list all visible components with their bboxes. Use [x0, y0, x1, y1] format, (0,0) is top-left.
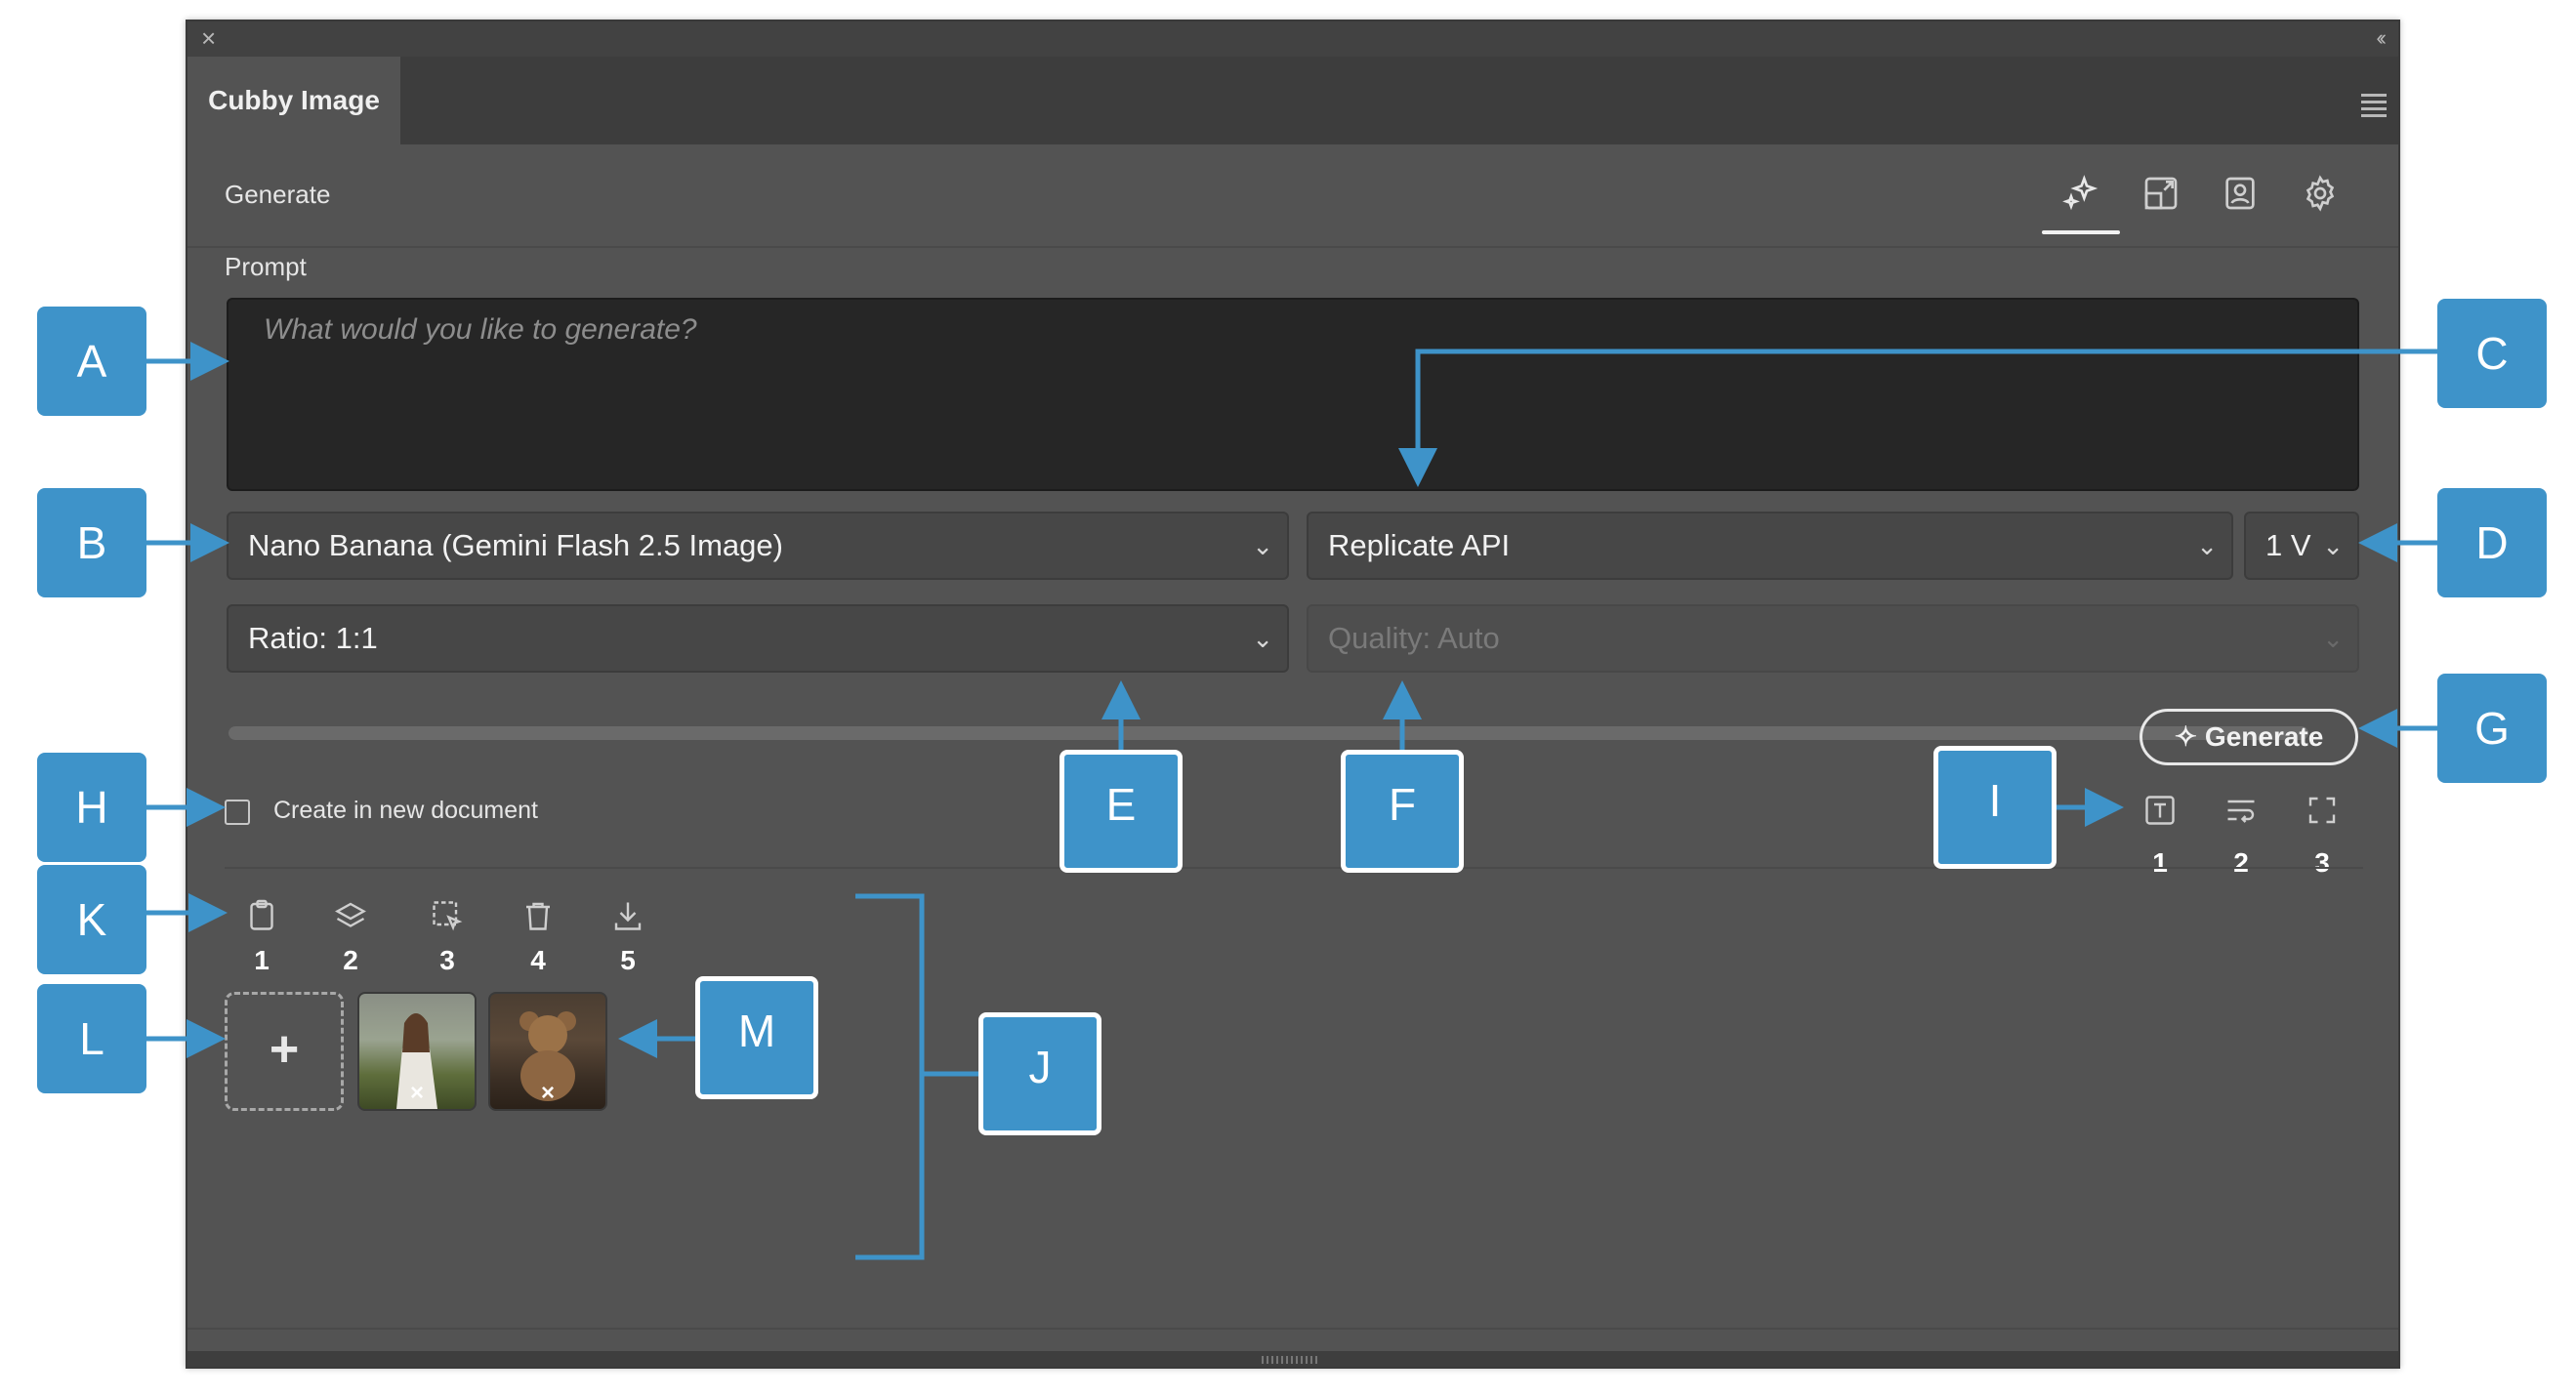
annotation-arrows — [146, 342, 2437, 1260]
callout-a: A — [37, 307, 146, 416]
callout-e: E — [1059, 750, 1183, 873]
callout-i: I — [1933, 746, 2057, 869]
callout-d: D — [2437, 488, 2547, 597]
callout-j: J — [978, 1012, 1101, 1135]
callout-c: C — [2437, 299, 2547, 408]
callout-g: G — [2437, 674, 2547, 783]
callout-l: L — [37, 984, 146, 1093]
callout-b: B — [37, 488, 146, 597]
arrow-c — [1398, 349, 2437, 487]
bracket-j — [855, 893, 925, 1260]
callout-h: H — [37, 753, 146, 862]
callout-k: K — [37, 865, 146, 974]
callout-f: F — [1341, 750, 1464, 873]
callout-m: M — [695, 976, 818, 1099]
